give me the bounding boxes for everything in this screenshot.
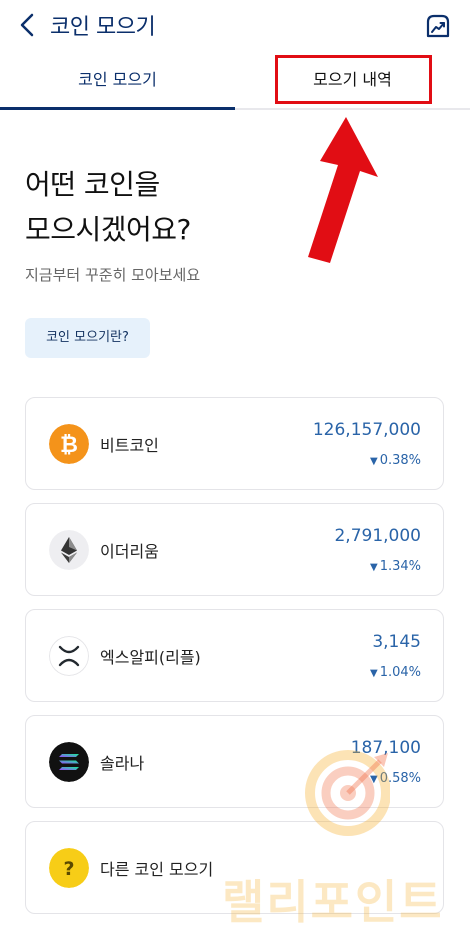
coin-name: 엑스알피(리플) <box>100 648 201 667</box>
annotation-arrow-icon <box>308 117 378 263</box>
tab-coin-collect[interactable]: 코인 모으기 <box>0 52 235 110</box>
svg-text:?: ? <box>63 858 74 880</box>
headline: 어떤 코인을 모으시겠어요? <box>25 162 191 252</box>
coin-name: 이더리움 <box>100 542 159 561</box>
headline-line-2: 모으시겠어요? <box>25 213 191 246</box>
bitcoin-icon: ₿ <box>49 424 89 464</box>
info-button[interactable]: 코인 모으기란? <box>25 318 150 358</box>
coin-change: ▼ 1.34% <box>370 559 421 574</box>
coin-price: 3,145 <box>372 632 421 652</box>
coin-name: 비트코인 <box>100 436 159 455</box>
coin-change-value: 0.38% <box>379 453 421 468</box>
coin-card-xrp[interactable]: 엑스알피(리플) 3,145 ▼ 1.04% <box>25 609 444 702</box>
coin-price: 2,791,000 <box>334 526 421 546</box>
down-triangle-icon: ▼ <box>369 562 378 573</box>
back-arrow-icon[interactable] <box>14 10 42 40</box>
coin-change-value: 1.34% <box>379 559 421 574</box>
coin-change: ▼ 0.38% <box>370 453 421 468</box>
page-title: 코인 모으기 <box>50 15 156 40</box>
coin-price: 126,157,000 <box>312 420 421 440</box>
watermark-text: 랠리포인트 <box>222 875 444 929</box>
headline-line-1: 어떤 코인을 <box>25 168 160 201</box>
coin-card-ethereum[interactable]: 이더리움 2,791,000 ▼ 1.34% <box>25 503 444 596</box>
chart-icon[interactable] <box>424 12 452 40</box>
coin-name: 솔라나 <box>100 754 145 773</box>
down-triangle-icon: ▼ <box>369 456 378 467</box>
target-logo-icon <box>305 750 390 836</box>
down-triangle-icon: ▼ <box>369 668 378 679</box>
coin-change-value: 1.04% <box>379 665 421 680</box>
coin-change: ▼ 1.04% <box>370 665 421 680</box>
ethereum-icon <box>49 530 89 570</box>
solana-icon <box>49 742 89 782</box>
xrp-icon <box>49 636 89 676</box>
coin-card-bitcoin[interactable]: ₿ 비트코인 126,157,000 ▼ 0.38% <box>25 397 444 490</box>
annotation-highlight-box <box>275 55 432 104</box>
other-coins-label: 다른 코인 모으기 <box>100 860 214 879</box>
svg-text:₿: ₿ <box>60 433 78 458</box>
subtext: 지금부터 꾸준히 모아보세요 <box>25 266 201 284</box>
app-header: 코인 모으기 <box>0 0 470 52</box>
question-icon: ? <box>49 848 89 888</box>
